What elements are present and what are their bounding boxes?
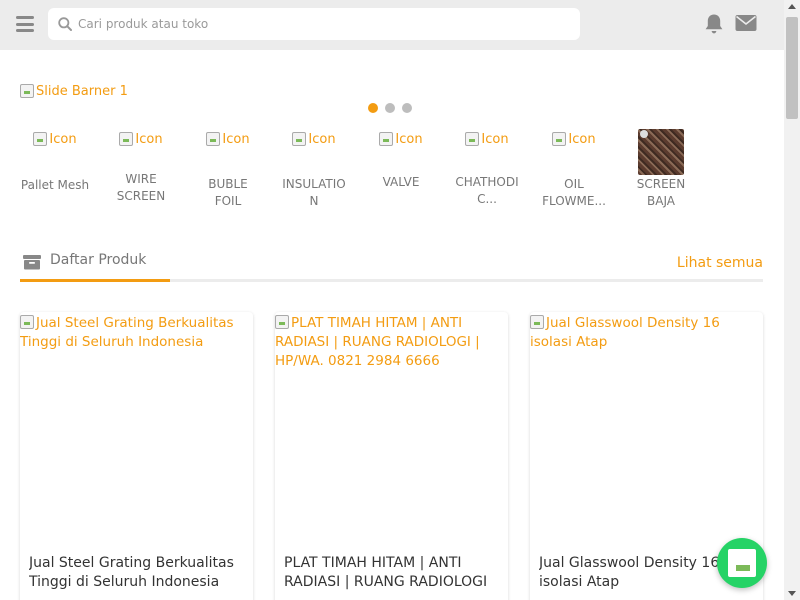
search-icon xyxy=(58,17,72,31)
category-label: BUBLE FOIL xyxy=(208,177,248,208)
broken-image-icon xyxy=(206,132,221,146)
category-icon-alt: Icon xyxy=(395,131,423,147)
mail-icon[interactable] xyxy=(735,14,757,32)
section-title: Daftar Produk xyxy=(50,252,147,268)
broken-image-icon xyxy=(530,315,544,329)
broken-image-icon xyxy=(20,84,34,98)
see-all-link[interactable]: Lihat semua xyxy=(677,255,763,271)
product-image-alt: Jual Glasswool Density 16 isolasi Atap xyxy=(530,315,720,350)
category-chathodic[interactable]: Icon CHATHODIC... xyxy=(452,128,522,207)
category-label: VALVE xyxy=(382,175,420,189)
product-image-alt: Jual Steel Grating Berkualitas Tinggi di… xyxy=(20,315,234,350)
category-label: Pallet Mesh xyxy=(20,178,90,192)
broken-image-icon xyxy=(292,132,307,146)
product-image[interactable]: Jual Glasswool Density 16 isolasi Atap xyxy=(530,314,763,352)
banner-alt-text: Slide Barner 1 xyxy=(36,83,128,99)
broken-image-icon xyxy=(552,132,567,146)
category-label: CHATHODIC... xyxy=(455,175,519,206)
category-photo xyxy=(638,129,684,175)
broken-image-icon xyxy=(275,315,289,329)
category-valve[interactable]: Icon VALVE xyxy=(366,128,436,189)
scroll-thumb[interactable] xyxy=(786,17,798,119)
product-title[interactable]: PLAT TIMAH HITAM | ANTI RADIASI | RUANG … xyxy=(284,554,502,592)
broken-image-icon xyxy=(728,549,756,577)
category-icon-alt: Icon xyxy=(308,131,336,147)
category-oil-flowmeter[interactable]: Icon OIL FLOWME... xyxy=(539,128,609,209)
slider-dot-3[interactable] xyxy=(402,103,412,113)
slider-dot-1[interactable] xyxy=(368,103,378,113)
broken-image-icon xyxy=(465,132,480,146)
category-pallet-mesh[interactable]: Icon Pallet Mesh xyxy=(20,128,90,193)
whatsapp-float-button[interactable] xyxy=(717,538,767,588)
category-icon-alt: Icon xyxy=(222,131,250,147)
broken-image-icon xyxy=(20,315,34,329)
category-screen-baja[interactable]: SCREEN BAJA xyxy=(626,128,696,208)
search-input[interactable] xyxy=(78,8,558,40)
broken-image-icon xyxy=(33,132,48,146)
category-label: SCREEN BAJA xyxy=(636,177,686,208)
slider-dots xyxy=(368,103,412,113)
category-label: INSULATION xyxy=(282,177,346,208)
category-wire-screen[interactable]: Icon WIRE SCREEN xyxy=(106,128,176,204)
category-icon-alt: Icon xyxy=(49,131,77,147)
broken-image-icon xyxy=(379,132,394,146)
menu-icon[interactable] xyxy=(16,16,34,32)
category-buble-foil[interactable]: Icon BUBLE FOIL xyxy=(193,128,263,208)
category-label: WIRE SCREEN xyxy=(116,172,166,203)
product-image[interactable]: Jual Steel Grating Berkualitas Tinggi di… xyxy=(20,314,253,352)
broken-image-icon xyxy=(119,132,134,146)
slider-dot-2[interactable] xyxy=(385,103,395,113)
product-image-alt: PLAT TIMAH HITAM | ANTI RADIASI | RUANG … xyxy=(275,315,480,369)
scroll-up-arrow-icon[interactable] xyxy=(788,4,796,9)
slide-banner[interactable]: Slide Barner 1 xyxy=(20,81,128,101)
page-scrollbar[interactable] xyxy=(784,0,800,600)
product-image[interactable]: PLAT TIMAH HITAM | ANTI RADIASI | RUANG … xyxy=(275,314,508,371)
active-tab-underline xyxy=(20,279,170,282)
product-card[interactable]: PLAT TIMAH HITAM | ANTI RADIASI | RUANG … xyxy=(275,312,508,600)
scroll-down-arrow-icon[interactable] xyxy=(788,591,796,596)
search-bar[interactable] xyxy=(48,8,580,40)
bell-icon[interactable] xyxy=(704,13,724,35)
category-icon-alt: Icon xyxy=(568,131,596,147)
archive-box-icon xyxy=(23,255,41,270)
category-label: OIL FLOWME... xyxy=(542,177,606,208)
category-icon-alt: Icon xyxy=(481,131,509,147)
top-header xyxy=(0,0,784,50)
category-icon-alt: Icon xyxy=(135,131,163,147)
category-insulation[interactable]: Icon INSULATION xyxy=(279,128,349,209)
product-card[interactable]: Jual Steel Grating Berkualitas Tinggi di… xyxy=(20,312,253,600)
product-title[interactable]: Jual Steel Grating Berkualitas Tinggi di… xyxy=(29,554,247,592)
product-list-header: Daftar Produk Lihat semua xyxy=(20,248,763,282)
